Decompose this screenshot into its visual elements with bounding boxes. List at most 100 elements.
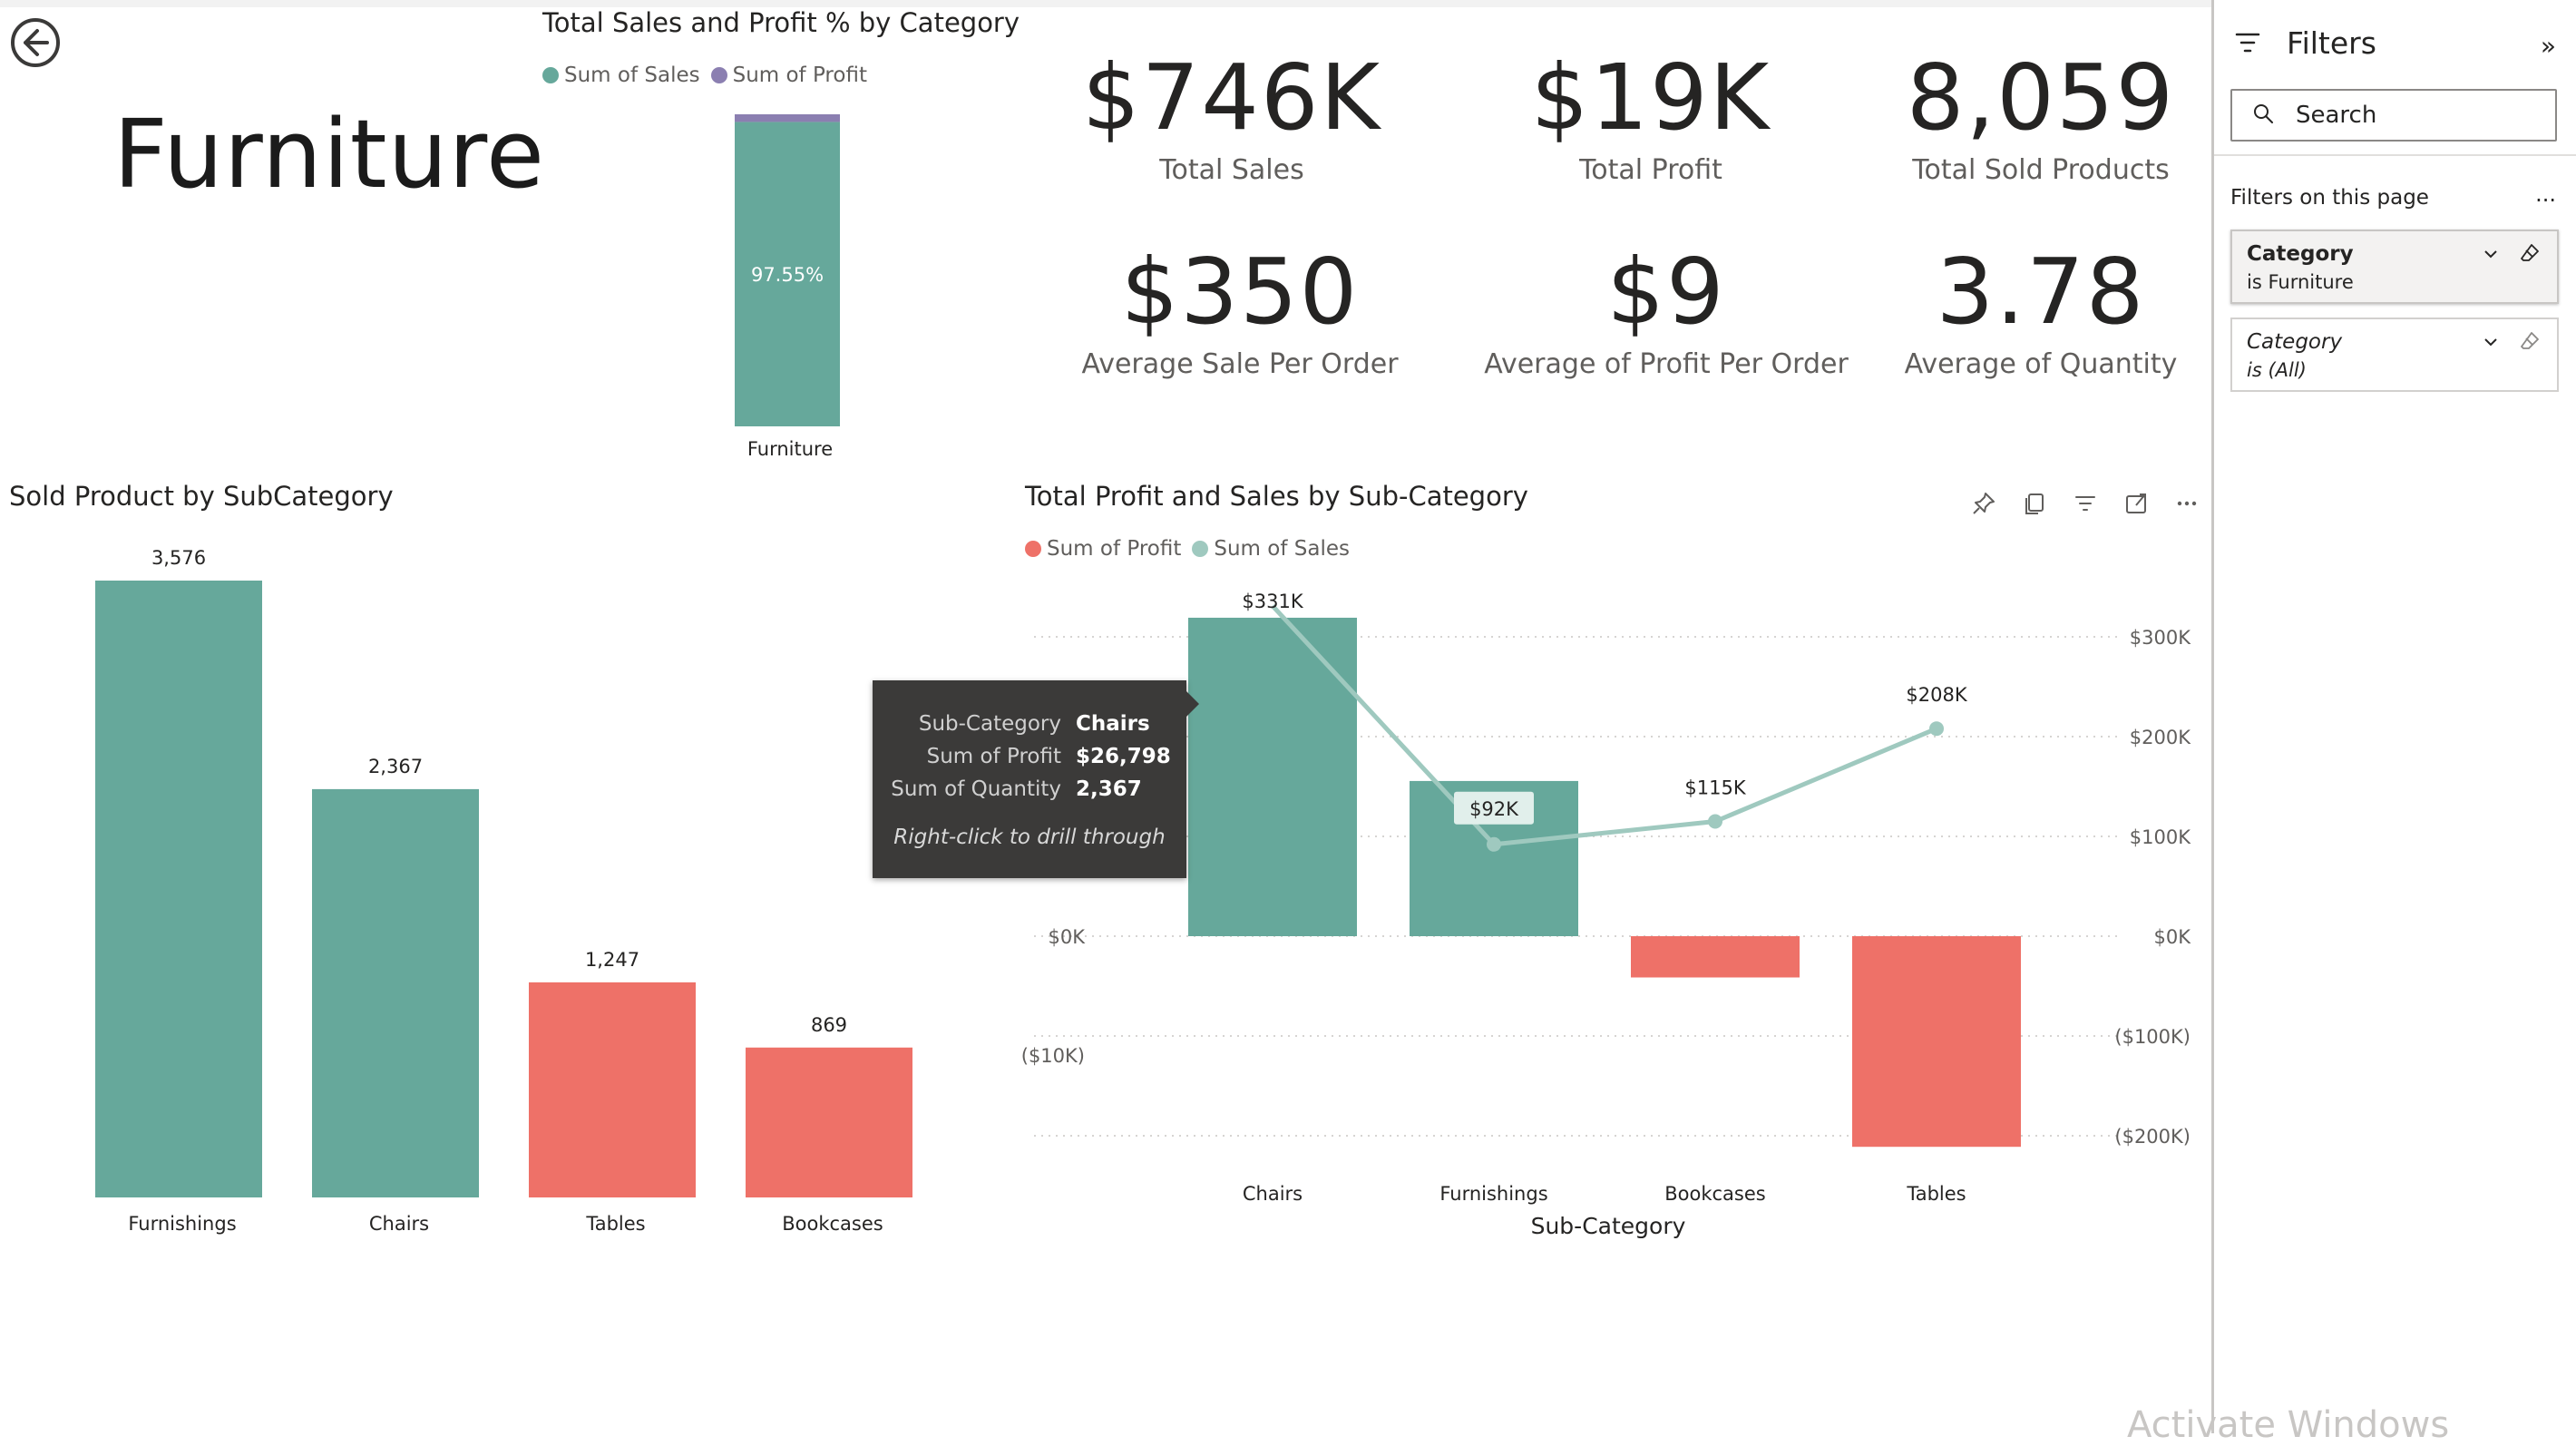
left-axis-tick-label: $0K — [1049, 926, 1087, 948]
right-axis-tick-label: $100K — [2130, 826, 2191, 848]
sales-data-label: $331K — [1242, 591, 1303, 612]
sales-data-label: $92K — [1469, 798, 1519, 820]
filters-search-box[interactable] — [2230, 89, 2557, 142]
x-tick-label: Tables — [585, 1213, 645, 1235]
arrow-left-circle-icon — [11, 18, 60, 67]
activate-windows-watermark: Activate Windows — [2127, 1404, 2450, 1446]
profit-bar-tables[interactable] — [1852, 936, 2021, 1148]
bar-bookcases[interactable] — [746, 1047, 912, 1197]
x-axis-title: Sub-Category — [1531, 1213, 1686, 1239]
tooltip-table: Sub-Category Chairs Sum of Profit $26,798 … — [873, 708, 1178, 806]
data-label: 97.55% — [751, 264, 824, 286]
x-tick-label: Furnishings — [128, 1213, 236, 1235]
data-label: 869 — [811, 1014, 847, 1036]
report-canvas: Furniture Total Sales and Profit % by Ca… — [0, 0, 2211, 1433]
x-tick-label: Bookcases — [782, 1213, 883, 1235]
clear-filter-eraser-icon[interactable] — [2519, 330, 2541, 356]
kpi-total-sales-value: $746K — [1081, 44, 1382, 151]
pane-divider — [2214, 154, 2576, 156]
x-tick-label: Tables — [1906, 1183, 1966, 1205]
filter-card-category-furniture[interactable]: Category is Furniture — [2230, 230, 2559, 304]
combo-chart-title: Total Profit and Sales by Sub-Category — [1025, 481, 1528, 512]
tooltip-row: Sum of Profit $26,798 — [873, 740, 1178, 773]
search-icon — [2252, 103, 2274, 128]
tooltip-row: Sum of Quantity 2,367 — [873, 773, 1178, 806]
tooltip-key: Sum of Quantity — [891, 777, 1061, 801]
sales-point[interactable] — [1929, 721, 1944, 737]
legend-item-profit[interactable]: Sum of Profit — [710, 64, 867, 87]
sales-point[interactable] — [1708, 814, 1722, 829]
subcategory-chart-title: Sold Product by SubCategory — [9, 481, 394, 512]
filters-section-label: Filters on this page — [2230, 186, 2429, 210]
filter-card-name: Category — [2247, 242, 2354, 266]
legend-item-sales[interactable]: Sum of Sales — [1192, 537, 1350, 561]
filters-pane: Filters » Filters on this page ... Categ… — [2211, 0, 2576, 1433]
bar-sum-of-profit[interactable] — [735, 114, 840, 122]
legend-dot — [1192, 541, 1209, 557]
right-axis-tick-label: ($100K) — [2114, 1026, 2191, 1048]
kpi-total-sold-products-value: 8,059 — [1906, 44, 2176, 151]
legend-label: Sum of Sales — [1214, 537, 1350, 561]
filters-search-input[interactable] — [2294, 101, 2533, 130]
kpi-total-sold-products-label: Total Sold Products — [1912, 154, 2170, 186]
chevron-down-icon[interactable] — [2481, 244, 2501, 268]
right-axis-tick-label: $0K — [2154, 926, 2192, 948]
back-button[interactable] — [9, 16, 62, 69]
data-label: 3,576 — [151, 547, 206, 569]
legend-item-sales[interactable]: Sum of Sales — [542, 64, 700, 87]
copy-icon[interactable] — [2019, 488, 2050, 519]
chart-tooltip: Sub-Category Chairs Sum of Profit $26,798 … — [873, 680, 1199, 878]
clear-filter-eraser-icon[interactable] — [2519, 242, 2541, 268]
filters-pane-title: Filters — [2287, 25, 2376, 61]
kpi-total-sales-label: Total Sales — [1159, 154, 1304, 186]
left-axis-tick-label: ($10K) — [1021, 1045, 1085, 1067]
right-axis-tick-label: $200K — [2130, 727, 2191, 748]
x-tick-label: Chairs — [369, 1213, 429, 1235]
pin-icon[interactable] — [1968, 488, 1999, 519]
visual-header-toolbar — [1968, 488, 2202, 519]
tooltip-key: Sum of Profit — [926, 745, 1061, 768]
legend-label: Sum of Profit — [1047, 537, 1182, 561]
top-border — [0, 0, 2211, 7]
x-tick-label: Chairs — [1243, 1183, 1303, 1205]
legend-label: Sum of Profit — [732, 64, 867, 87]
tooltip-value: Chairs — [1076, 712, 1150, 736]
profit-bar-bookcases[interactable] — [1631, 936, 1800, 978]
tooltip-drill-hint: Right-click to drill through — [893, 826, 1166, 849]
category-chart-title: Total Sales and Profit % by Category — [542, 7, 1020, 38]
filter-card-value: is Furniture — [2247, 271, 2354, 293]
bar-furnishings[interactable] — [95, 581, 262, 1197]
page-title: Furniture — [113, 99, 545, 210]
legend-item-profit[interactable]: Sum of Profit — [1025, 537, 1181, 561]
x-tick-label: Bookcases — [1664, 1183, 1765, 1205]
combo-chart-legend: Sum of Profit Sum of Sales — [1025, 537, 1361, 561]
collapse-pane-icon[interactable]: » — [2541, 31, 2556, 61]
right-axis-tick-label: $300K — [2130, 627, 2191, 649]
kpi-total-profit-value: $19K — [1530, 44, 1771, 151]
kpi-avg-sale-label: Average Sale Per Order — [1081, 348, 1399, 380]
sales-line[interactable] — [1271, 604, 1937, 847]
filter-card-category-all[interactable]: Category is (All) — [2230, 318, 2559, 392]
profit-bar-chairs[interactable] — [1188, 617, 1357, 936]
bar-tables[interactable] — [529, 982, 696, 1197]
legend-label: Sum of Sales — [564, 64, 700, 87]
chevron-down-icon[interactable] — [2481, 332, 2501, 356]
focus-mode-icon[interactable] — [2121, 488, 2152, 519]
section-more-options[interactable]: ... — [2535, 181, 2556, 207]
tooltip-value: 2,367 — [1076, 777, 1142, 801]
category-label: Furniture — [747, 438, 833, 460]
legend-dot — [710, 67, 727, 83]
x-tick-label: Furnishings — [1439, 1183, 1547, 1205]
bar-chairs[interactable] — [312, 788, 479, 1197]
sales-point[interactable] — [1487, 836, 1501, 852]
subcategory-bar-chart[interactable]: 3,576 Furnishings 2,367 Chairs 1,247 Tables 86… — [0, 535, 980, 1243]
category-stacked-bar-chart[interactable]: 97.55% Furniture — [689, 100, 889, 472]
filter-card-value: is (All) — [2247, 359, 2307, 381]
legend-dot — [542, 67, 559, 83]
filter-icon[interactable] — [2070, 488, 2101, 519]
more-options-icon[interactable] — [2171, 488, 2202, 519]
kpi-avg-sale-value: $350 — [1120, 239, 1360, 345]
filter-card-name: Category — [2247, 330, 2343, 354]
data-label: 2,367 — [368, 756, 423, 777]
kpi-avg-quantity-value: 3.78 — [1936, 239, 2146, 345]
